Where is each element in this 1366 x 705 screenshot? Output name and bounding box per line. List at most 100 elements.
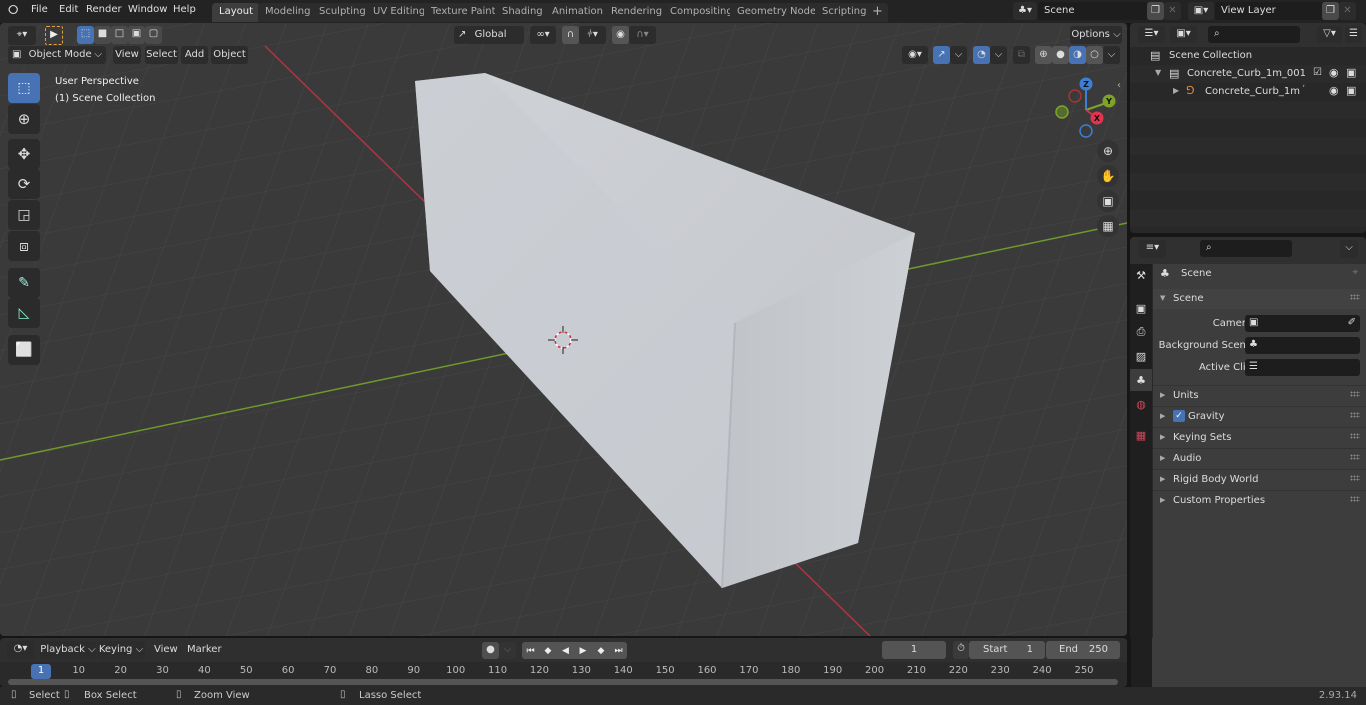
transform-orientation-dropdown[interactable]: ↗ Global — [454, 26, 524, 44]
tool-move[interactable]: ✥ — [8, 139, 40, 169]
timeline-menu-marker[interactable]: Marker — [187, 644, 222, 655]
mode-dropdown[interactable]: ▣ Object Mode ⌵ — [8, 46, 106, 64]
perspective-toggle-icon[interactable]: ▦ — [1097, 215, 1119, 237]
jump-end-icon[interactable]: ⏭ — [610, 642, 627, 659]
tab-scene[interactable]: ♣ — [1130, 369, 1152, 391]
tab-geometry-nodes[interactable]: Geometry Nodes — [730, 3, 829, 22]
tab-animation[interactable]: Animation — [545, 3, 610, 22]
drag-handle-icon[interactable] — [1350, 391, 1360, 397]
tab-layout[interactable]: Layout — [212, 3, 260, 22]
outliner-row-scene-collection[interactable]: ▤ Scene Collection — [1130, 47, 1366, 65]
shading-material-icon[interactable]: ◑ — [1069, 46, 1086, 64]
camera-field[interactable]: ▣ ✐ — [1245, 315, 1360, 332]
outliner-search-input[interactable]: ⌕ — [1208, 26, 1300, 43]
playback-menu[interactable]: Playback ⌵ — [40, 641, 96, 659]
auto-keying-icon[interactable]: ● — [482, 642, 499, 659]
view-layer-name-field[interactable]: View Layer — [1215, 2, 1323, 20]
gravity-panel-header[interactable]: ▶ ✓ Gravity — [1153, 406, 1366, 426]
keying-menu[interactable]: Keying ⌵ — [97, 641, 145, 659]
timeline-editor-type-icon[interactable]: ◔▾ — [7, 641, 34, 659]
blender-logo-icon[interactable]: ⭘ — [8, 3, 18, 18]
scene-selector-icon[interactable]: ♣▾ — [1013, 2, 1037, 20]
tab-texture[interactable]: ▦ — [1130, 424, 1152, 446]
play-reverse-icon[interactable]: ◀ — [557, 642, 574, 659]
drag-handle-icon[interactable] — [1350, 454, 1360, 460]
tab-render[interactable]: ▣ — [1130, 297, 1152, 319]
select-intersect-icon[interactable]: ▢ — [145, 26, 162, 44]
select-new-icon[interactable]: ⬚ — [77, 26, 94, 44]
editor-type-icon[interactable]: ⌖▾ — [8, 26, 36, 45]
tool-transform[interactable]: ⧈ — [8, 231, 40, 261]
sidebar-toggle-icon[interactable]: ‹ — [1117, 80, 1121, 91]
next-keyframe-icon[interactable]: ◆ — [592, 642, 610, 659]
tab-scripting[interactable]: Scripting — [815, 3, 874, 22]
pivot-point-icon[interactable]: ∞▾ — [530, 26, 556, 44]
tab-uv-editing[interactable]: UV Editing — [366, 3, 433, 22]
3d-viewport[interactable]: ⌖▾ ▶ ⬚ ■ □ ▣ ▢ ▣ Object Mode ⌵ View Sele… — [0, 23, 1127, 636]
tab-tool[interactable]: ⚒ — [1130, 264, 1152, 286]
tab-sculpting[interactable]: Sculpting — [312, 3, 373, 22]
pan-view-icon[interactable]: ✋ — [1097, 165, 1119, 187]
shading-dropdown-icon[interactable]: ⌵ — [1103, 46, 1120, 64]
view-layer-selector-icon[interactable]: ▣▾ — [1188, 2, 1214, 20]
scene-name-field[interactable]: Scene — [1038, 2, 1148, 20]
tool-measure[interactable]: ◺ — [8, 298, 40, 328]
tab-texture-paint[interactable]: Texture Paint — [424, 3, 503, 22]
scene-panel-header[interactable]: ▼ Scene — [1153, 289, 1366, 309]
tab-view-layer[interactable]: ▨ — [1130, 345, 1152, 367]
auto-keying-dropdown-icon[interactable]: ⌵ — [499, 642, 516, 659]
drag-handle-icon[interactable] — [1350, 294, 1360, 300]
tab-shading[interactable]: Shading — [495, 3, 550, 22]
eye-icon[interactable]: ◉ — [1329, 84, 1339, 97]
shading-wireframe-icon[interactable]: ⊕ — [1035, 46, 1052, 64]
drag-handle-icon[interactable] — [1350, 412, 1360, 418]
properties-editor-type-icon[interactable]: ≡▾ — [1139, 240, 1166, 258]
custom-properties-panel-header[interactable]: ▶ Custom Properties — [1153, 490, 1366, 510]
camera-view-icon[interactable]: ▣ — [1097, 190, 1119, 212]
drag-handle-icon[interactable] — [1350, 475, 1360, 481]
jump-start-icon[interactable]: ⏮ — [522, 642, 539, 659]
camera-render-icon[interactable]: ▣ — [1346, 84, 1356, 97]
select-invert-icon[interactable]: ▣ — [128, 26, 145, 44]
zoom-view-icon[interactable]: ⊕ — [1097, 140, 1119, 162]
menu-view[interactable]: View — [113, 46, 141, 64]
gizmo-toggle-icon[interactable]: ↗ — [933, 46, 950, 64]
end-frame-field[interactable]: End 250 — [1046, 641, 1120, 659]
menu-edit[interactable]: Edit — [59, 4, 78, 15]
audio-panel-header[interactable]: ▶ Audio — [1153, 448, 1366, 468]
properties-options-icon[interactable]: ⌵ — [1340, 240, 1358, 258]
shading-solid-icon[interactable]: ● — [1052, 46, 1069, 64]
new-view-layer-icon[interactable]: ❐ — [1322, 2, 1339, 20]
gizmo-neg-y-icon[interactable] — [1055, 105, 1069, 119]
timeline-scrollbar[interactable] — [8, 679, 1118, 685]
tool-select-icon[interactable]: ▶ — [45, 26, 63, 45]
tab-output[interactable]: ⎙ — [1130, 321, 1152, 343]
navigation-gizmo[interactable]: Z Y X — [1050, 73, 1120, 143]
background-scene-field[interactable]: ♣ — [1245, 337, 1360, 354]
new-scene-icon[interactable]: ❐ — [1147, 2, 1164, 20]
current-frame-field[interactable]: 1 — [882, 641, 946, 659]
outliner-row-object[interactable]: ▶ ⅁ Concrete_Curb_1m ʼ ◉ ▣ — [1130, 83, 1366, 101]
proportional-edit-icon[interactable]: ◉ — [612, 26, 629, 44]
snap-target-icon[interactable]: ⫩▾ — [579, 26, 606, 44]
snap-magnet-icon[interactable]: ∩ — [562, 26, 579, 44]
drag-handle-icon[interactable] — [1350, 496, 1360, 502]
eye-icon[interactable]: ◉ — [1329, 66, 1339, 79]
eyedropper-icon[interactable]: ✐ — [1348, 317, 1356, 328]
shading-rendered-icon[interactable]: ○ — [1086, 46, 1103, 64]
gizmo-neg-x-icon[interactable] — [1068, 89, 1082, 103]
timeline-menu-view[interactable]: View — [154, 644, 178, 655]
overlays-dropdown-icon[interactable]: ⌵ — [990, 46, 1007, 64]
play-icon[interactable]: ▶ — [574, 642, 592, 659]
gizmo-dropdown-icon[interactable]: ⌵ — [950, 46, 967, 64]
select-subtract-icon[interactable]: □ — [111, 26, 128, 44]
preview-range-icon[interactable]: ⏱ — [953, 641, 969, 659]
tab-modeling[interactable]: Modeling — [258, 3, 318, 22]
expand-arrow-icon[interactable]: ▶ — [1173, 86, 1179, 95]
tool-add-cube[interactable]: ⬜ — [8, 335, 40, 365]
gravity-checkbox[interactable]: ✓ — [1173, 410, 1185, 422]
filter-icon[interactable]: ▽▾ — [1317, 26, 1342, 43]
start-frame-field[interactable]: Start 1 — [969, 641, 1045, 659]
delete-scene-icon[interactable]: ✕ — [1164, 2, 1181, 20]
tab-compositing[interactable]: Compositing — [663, 3, 740, 22]
